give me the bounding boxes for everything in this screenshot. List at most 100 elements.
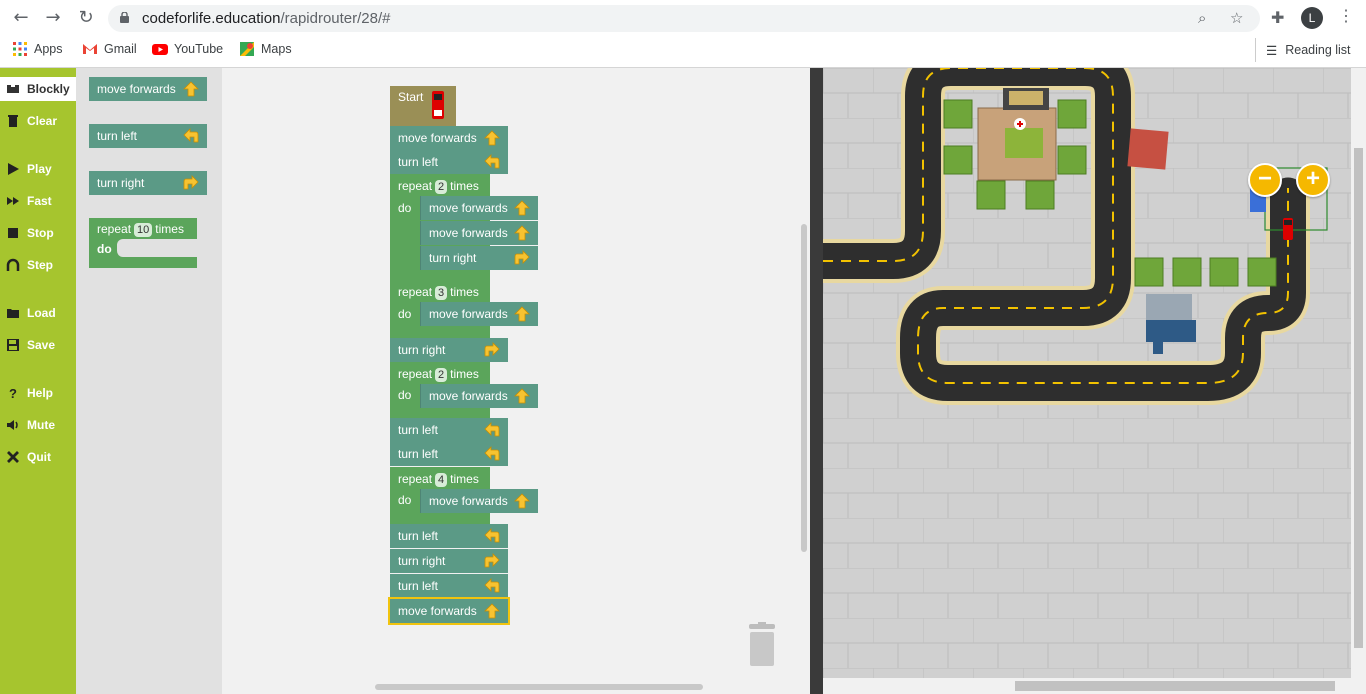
turn-left-block[interactable]: turn left [390,524,508,548]
sidebar-item-label: Stop [27,226,54,240]
game-vertical-scrollbar[interactable] [1351,68,1366,694]
repeat-count-field[interactable]: 4 [435,473,448,487]
speaker-icon [7,420,18,430]
toolbox-move-forwards-block[interactable]: move forwards [89,77,207,101]
repeat-count-field[interactable]: 3 [435,286,448,300]
bookmark-apps[interactable]: Apps [12,41,63,57]
block-label: turn left [398,423,439,437]
step-icon [6,258,20,271]
toolbox-turn-right-block[interactable]: turn right [89,171,207,195]
zoom-out-button[interactable]: − [1248,163,1282,197]
sidebar-item-label: Clear [27,114,58,128]
arrow-right-icon [484,342,500,357]
arrow-up-icon [514,306,530,322]
extensions-icon[interactable]: ✚ [1271,8,1284,28]
arrow-left-icon [484,422,500,437]
block-label: move forwards [97,82,176,96]
sidebar-item-fast[interactable]: Fast [0,189,76,213]
forward-icon[interactable]: → [42,7,64,29]
trash-can-icon[interactable] [745,622,779,668]
bookmark-maps[interactable]: Maps [239,41,292,57]
times-label: times [450,179,479,193]
move-forwards-block[interactable]: move forwards [420,302,538,326]
road-map [823,68,1351,678]
repeat-count-field[interactable]: 10 [134,223,153,237]
back-icon[interactable]: ← [10,7,32,29]
bookmark-gmail[interactable]: Gmail [82,41,137,57]
turn-right-block[interactable]: turn right [390,338,508,362]
arrow-up-icon [514,225,530,241]
arrow-up-icon [514,493,530,509]
times-label: times [450,285,479,299]
arrow-right-icon [484,553,500,568]
move-forwards-block[interactable]: move forwards [420,221,538,245]
zoom-search-icon[interactable]: ⌕ [1198,9,1206,27]
block-label: move forwards [398,131,477,145]
move-forwards-block[interactable]: move forwards [420,196,538,220]
turn-left-block[interactable]: turn left [390,150,508,174]
block-label: move forwards [398,604,477,618]
play-icon [8,163,19,175]
sidebar-item-step[interactable]: Step [0,253,76,277]
bookmark-label: Maps [261,42,292,56]
blockly-workspace[interactable]: Start move forwards turn left repeat 2 tim… [222,68,810,694]
move-forwards-block[interactable]: move forwards [390,126,508,150]
bookmark-label: Apps [34,42,63,56]
sidebar-item-help[interactable]: ? Help [0,381,76,405]
block-label: turn right [429,251,477,265]
workspace-horizontal-scrollbar[interactable] [375,684,703,690]
toolbox-turn-left-block[interactable]: turn left [89,124,207,148]
address-bar[interactable]: codeforlife.education/rapidrouter/28/# ⌕… [108,5,1260,32]
repeat-label: repeat [97,222,132,236]
sidebar-item-play[interactable]: Play [0,157,76,181]
workspace-vertical-scrollbar[interactable] [801,224,807,552]
block-label: turn left [97,129,138,143]
menu-icon[interactable]: ⋮ [1338,6,1354,26]
game-horizontal-scrollbar[interactable] [823,678,1351,694]
times-label: times [450,367,479,381]
do-label: do [398,388,412,402]
repeat-label: repeat [398,367,433,381]
do-label: do [398,493,412,507]
block-label: move forwards [429,201,508,215]
sidebar-item-label: Save [27,338,56,352]
avatar[interactable]: L [1301,7,1323,29]
turn-left-block[interactable]: turn left [390,574,508,598]
move-forwards-block[interactable]: move forwards [420,384,538,408]
turn-right-block[interactable]: turn right [390,549,508,573]
scroll-thumb[interactable] [1015,681,1335,691]
start-block[interactable]: Start [390,86,456,126]
repeat-count-field[interactable]: 2 [435,368,448,382]
turn-left-block[interactable]: turn left [390,442,508,466]
sidebar-item-label: Help [27,386,54,400]
sidebar-item-quit[interactable]: Quit [0,445,76,469]
reload-icon[interactable]: ↻ [75,7,97,29]
sidebar-item-save[interactable]: Save [0,333,76,357]
block-label: turn right [398,554,446,568]
sidebar-item-stop[interactable]: Stop [0,221,76,245]
sidebar-item-blockly[interactable]: Blockly [0,77,76,101]
sidebar-item-clear[interactable]: Clear [0,109,76,133]
van-icon [432,91,444,119]
close-icon [7,451,19,463]
bookmark-youtube[interactable]: YouTube [152,41,223,57]
move-forwards-block[interactable]: move forwards [420,489,538,513]
sidebar-item-load[interactable]: Load [0,301,76,325]
url-text: codeforlife.education/rapidrouter/28/# [142,10,391,27]
arrow-right-icon [514,250,530,265]
folder-icon [7,309,19,318]
reading-list-button[interactable]: ☰ Reading list [1255,38,1351,62]
turn-left-block[interactable]: turn left [390,418,508,442]
sidebar-item-mute[interactable]: Mute [0,413,76,437]
repeat-slot [117,239,197,257]
scroll-thumb[interactable] [1354,148,1363,648]
zoom-in-button[interactable]: + [1296,163,1330,197]
star-icon[interactable]: ☆ [1230,9,1243,27]
repeat-count-field[interactable]: 2 [435,180,448,194]
turn-right-block[interactable]: turn right [420,246,538,270]
block-label: move forwards [429,389,508,403]
sidebar-item-label: Step [27,258,54,272]
toolbox-repeat-block[interactable]: repeat 10 times do [89,218,197,268]
move-forwards-block-selected[interactable]: move forwards [388,597,510,625]
block-label: turn left [398,155,439,169]
